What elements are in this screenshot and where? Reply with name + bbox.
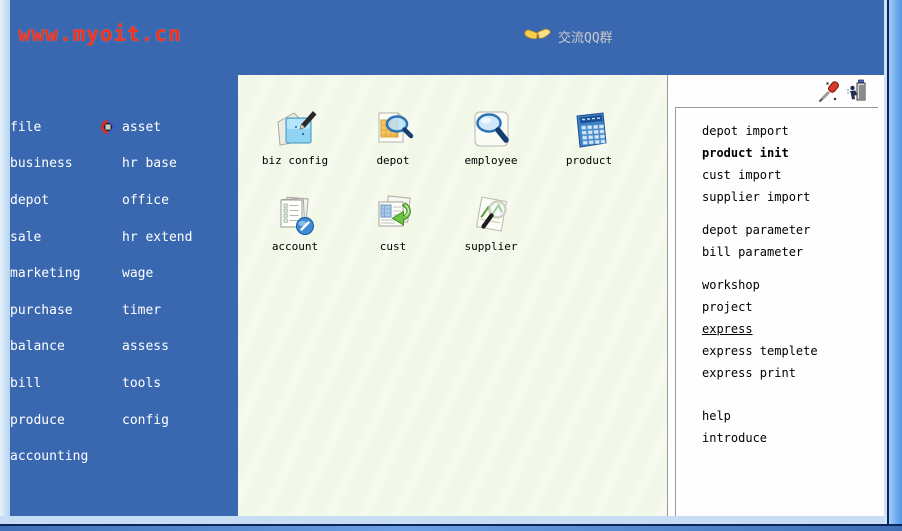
sidebar-item-label: tools (122, 376, 161, 391)
panel-link-group: depot parameterbill parameter (702, 219, 878, 263)
handshake-icon (524, 26, 551, 47)
sidebar-item-label: asset (122, 120, 161, 135)
panel-link-depot-parameter[interactable]: depot parameter (702, 219, 878, 241)
sidebar-item-label: marketing (10, 266, 80, 281)
desktop-icon-supplier[interactable]: supplier (442, 195, 540, 261)
panel-link-bill-parameter[interactable]: bill parameter (702, 241, 878, 263)
sidebar-item-hr-base[interactable]: hr base (122, 146, 238, 183)
sidebar-item-balance[interactable]: balance (10, 329, 122, 366)
window-frame-bottom (0, 516, 887, 524)
sidebar-item-depot[interactable]: depot (10, 182, 122, 219)
sidebar-item-wage[interactable]: wage (122, 255, 238, 292)
repair-tool-icon[interactable] (818, 81, 840, 107)
desktop-icon-biz-config[interactable]: biz config (246, 109, 344, 175)
panel-link-group: helpintroduce (702, 405, 878, 449)
sidebar-item-accounting[interactable]: accounting (10, 438, 122, 475)
asset-bullet-icon (100, 119, 116, 135)
panel-link-product-init[interactable]: product init (702, 142, 878, 164)
panel-link-introduce[interactable]: introduce (702, 427, 878, 449)
desktop-icon-account[interactable]: account (246, 195, 344, 261)
qq-group-label: 交流QQ群 (558, 27, 613, 46)
sidebar-item-hr-extend[interactable]: hr extend (122, 219, 238, 256)
sidebar-item-label: sale (10, 230, 41, 245)
panel-link-cust-import[interactable]: cust import (702, 164, 878, 186)
desktop-icon-label: cust (344, 240, 442, 253)
desktop-icon-label: biz config (246, 154, 344, 167)
sidebar-item-bill[interactable]: bill (10, 365, 122, 402)
panel-link-group: depot importproduct initcust importsuppl… (702, 120, 878, 208)
desktop-icon-depot[interactable]: depot (344, 109, 442, 175)
sidebar-item-label: office (122, 193, 169, 208)
sidebar-item-label: hr extend (122, 230, 192, 245)
sidebar-item-assess[interactable]: assess (122, 329, 238, 366)
background-window-edge (0, 526, 902, 531)
sidebar-col-1: file business depot sale marketing purchase ba… (10, 109, 122, 475)
qq-group-link[interactable]: 交流QQ群 (524, 26, 613, 47)
sidebar-item-business[interactable]: business (10, 146, 122, 183)
sidebar-col-2: asset hr base office hr extend wage timer asse… (122, 109, 238, 438)
sidebar-item-label: wage (122, 266, 153, 281)
desktop-icon-employee[interactable]: employee (442, 109, 540, 175)
sidebar-item-label: balance (10, 339, 65, 354)
sidebar-item-label: bill (10, 376, 41, 391)
panel-link-help[interactable]: help (702, 405, 878, 427)
sidebar-item-label: hr base (122, 156, 177, 171)
site-title[interactable]: www.myoit.cn (18, 22, 182, 46)
sidebar-item-marketing[interactable]: marketing (10, 255, 122, 292)
biz-config-icon (246, 109, 344, 151)
desktop-icon-product[interactable]: product (540, 109, 638, 175)
header: www.myoit.cn 交流QQ群 (10, 0, 884, 75)
sidebar-item-produce[interactable]: produce (10, 402, 122, 439)
exit-icon[interactable] (846, 79, 866, 106)
desktop-area: biz config depot employee product (238, 75, 668, 516)
window-frame-right (884, 0, 902, 524)
sidebar-item-config[interactable]: config (122, 402, 238, 439)
window-frame-left (0, 0, 10, 524)
shortcut-links-box: depot importproduct initcust importsuppl… (675, 107, 878, 516)
sidebar-item-label: produce (10, 413, 65, 428)
supplier-icon (442, 195, 540, 237)
depot-icon (344, 109, 442, 151)
panel-link-express-print[interactable]: express print (702, 362, 878, 384)
sidebar-item-sale[interactable]: sale (10, 219, 122, 256)
panel-link-supplier-import[interactable]: supplier import (702, 186, 878, 208)
sidebar-item-tools[interactable]: tools (122, 365, 238, 402)
desktop-icon-label: supplier (442, 240, 540, 253)
sidebar-item-purchase[interactable]: purchase (10, 292, 122, 329)
panel-link-workshop[interactable]: workshop (702, 274, 878, 296)
employee-icon (442, 109, 540, 151)
product-icon (540, 109, 638, 151)
sidebar-item-label: purchase (10, 303, 73, 318)
panel-link-depot-import[interactable]: depot import (702, 120, 878, 142)
panel-link-express[interactable]: express (702, 318, 878, 340)
desktop-icon-label: account (246, 240, 344, 253)
sidebar-item-asset[interactable]: asset (122, 109, 238, 146)
right-panel: depot importproduct initcust importsuppl… (669, 75, 884, 516)
panel-link-express-templete[interactable]: express templete (702, 340, 878, 362)
sidebar-item-label: assess (122, 339, 169, 354)
sidebar-item-label: accounting (10, 449, 88, 464)
sidebar-item-label: timer (122, 303, 161, 318)
sidebar: file business depot sale marketing purchase ba… (10, 75, 238, 516)
sidebar-item-label: config (122, 413, 169, 428)
desktop-icon-label: depot (344, 154, 442, 167)
desktop-icon-label: product (540, 154, 638, 167)
panel-link-group: workshopprojectexpressexpress templeteex… (702, 274, 878, 384)
cust-icon (344, 195, 442, 237)
panel-link-project[interactable]: project (702, 296, 878, 318)
sidebar-item-office[interactable]: office (122, 182, 238, 219)
desktop-icon-label: employee (442, 154, 540, 167)
desktop-icon-cust[interactable]: cust (344, 195, 442, 261)
sidebar-item-label: depot (10, 193, 49, 208)
sidebar-item-timer[interactable]: timer (122, 292, 238, 329)
sidebar-item-label: business (10, 156, 73, 171)
account-icon (246, 195, 344, 237)
sidebar-item-label: file (10, 120, 41, 135)
